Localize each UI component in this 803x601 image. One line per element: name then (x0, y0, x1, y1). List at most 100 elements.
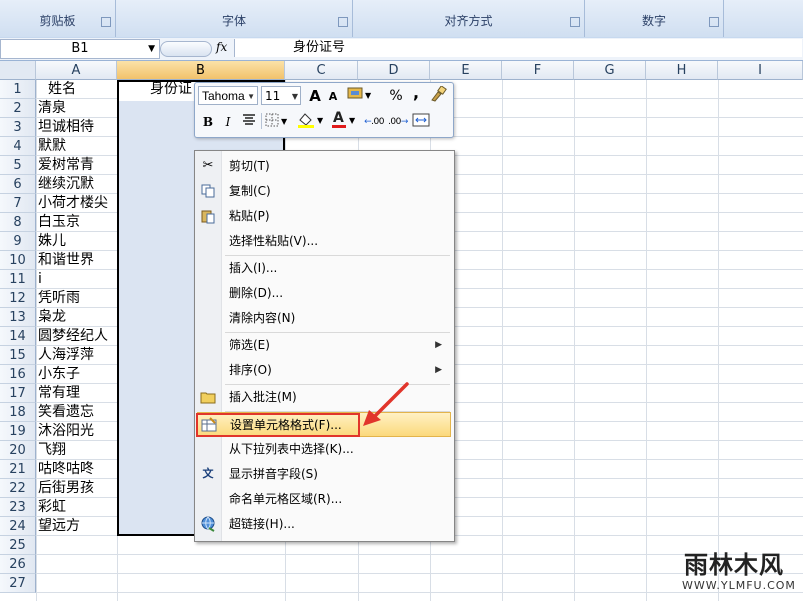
row-header[interactable]: 13 (0, 308, 36, 327)
menu-item-paste-special[interactable]: 选择性粘贴(V)... (195, 229, 452, 254)
dialog-launcher-icon[interactable] (101, 17, 111, 27)
row-header[interactable]: 14 (0, 327, 36, 346)
cell-a[interactable]: 圆梦经纪人 (38, 327, 108, 346)
font-color-icon[interactable]: A ▼ (331, 110, 357, 130)
menu-item-hyperlink[interactable]: 超链接(H)... (195, 512, 452, 537)
formula-input[interactable]: 身份证号 (234, 39, 802, 57)
insert-function-icon[interactable]: fx (216, 40, 227, 54)
dialog-launcher-icon[interactable] (338, 17, 348, 27)
row-header[interactable]: 3 (0, 118, 36, 137)
name-box[interactable]: B1 ▼ (0, 39, 160, 59)
format-painter-icon[interactable] (429, 85, 447, 104)
row-header[interactable]: 2 (0, 99, 36, 118)
menu-item-paste[interactable]: 粘贴(P) (195, 204, 452, 229)
cell-a1-header[interactable]: 姓名 (48, 80, 76, 99)
row-header[interactable]: 1 (0, 80, 36, 99)
cell-a[interactable]: 飞翔 (38, 441, 66, 460)
cell-a[interactable]: 望远方 (38, 517, 80, 536)
cell-a[interactable]: 姝儿 (38, 232, 66, 251)
borders-icon[interactable]: ▼ (265, 113, 291, 131)
decrease-decimal-icon[interactable]: .00→ (387, 113, 409, 131)
cell-a[interactable]: i (38, 270, 42, 289)
row-header[interactable]: 10 (0, 251, 36, 270)
menu-item-delete[interactable]: 删除(D)... (195, 281, 452, 306)
font-name-box[interactable]: Tahoma ▼ (198, 86, 258, 105)
menu-item-show-phonetic[interactable]: 文 显示拼音字段(S) (195, 462, 452, 487)
row-header[interactable]: 23 (0, 498, 36, 517)
column-header-g[interactable]: G (574, 61, 646, 80)
row-header[interactable]: 8 (0, 213, 36, 232)
row-header[interactable]: 9 (0, 232, 36, 251)
column-header-f[interactable]: F (502, 61, 574, 80)
bold-icon[interactable]: B (201, 113, 215, 131)
cell-a[interactable]: 凭听雨 (38, 289, 80, 308)
row-header[interactable]: 19 (0, 422, 36, 441)
menu-item-filter[interactable]: 筛选(E) ▶ (195, 333, 452, 358)
menu-item-pick-from-list[interactable]: 从下拉列表中选择(K)... (195, 437, 452, 462)
formula-bar-handle[interactable] (160, 41, 212, 57)
cell-a[interactable]: 白玉京 (38, 213, 80, 232)
grow-font-icon[interactable]: A (307, 87, 323, 105)
fill-color-icon[interactable]: ▼ (296, 111, 326, 129)
row-header[interactable]: 12 (0, 289, 36, 308)
row-header[interactable]: 21 (0, 460, 36, 479)
column-header-d[interactable]: D (358, 61, 430, 80)
chevron-down-icon[interactable]: ▼ (349, 112, 355, 130)
cell-a[interactable]: 清泉 (38, 99, 66, 118)
ribbon-group-number[interactable]: 数字 (585, 0, 724, 37)
menu-item-insert[interactable]: 插入(I)... (195, 256, 452, 281)
chevron-down-icon[interactable]: ▼ (148, 40, 155, 58)
align-center-icon[interactable] (241, 113, 257, 131)
cell-a[interactable]: 小荷才楼尖 (38, 194, 108, 213)
italic-icon[interactable]: I (221, 113, 235, 131)
cell-a[interactable]: 笑看遗忘 (38, 403, 94, 422)
row-header[interactable]: 26 (0, 555, 36, 574)
cell-a[interactable]: 彩虹 (38, 498, 66, 517)
cell-a[interactable]: 后街男孩 (38, 479, 94, 498)
menu-item-cut[interactable]: ✂ 剪切(T) (195, 154, 452, 179)
column-header-h[interactable]: H (646, 61, 718, 80)
select-all-corner[interactable] (0, 61, 36, 80)
row-header[interactable]: 17 (0, 384, 36, 403)
cell-a[interactable]: 默默 (38, 137, 66, 156)
cell-b1[interactable]: 身份证 (150, 80, 192, 99)
row-header[interactable]: 16 (0, 365, 36, 384)
menu-item-copy[interactable]: 复制(C) (195, 179, 452, 204)
cell-a[interactable]: 沐浴阳光 (38, 422, 94, 441)
cell-a[interactable]: 常有理 (38, 384, 80, 403)
row-header[interactable]: 7 (0, 194, 36, 213)
cell-a[interactable]: 小东子 (38, 365, 80, 384)
column-header-a[interactable]: A (36, 61, 117, 80)
row-header[interactable]: 6 (0, 175, 36, 194)
cell-a[interactable]: 坦诚相待 (38, 118, 94, 137)
menu-item-define-name[interactable]: 命名单元格区域(R)... (195, 487, 452, 512)
merge-center-icon[interactable] (411, 113, 431, 131)
cell-a[interactable]: 和谐世界 (38, 251, 94, 270)
row-header[interactable]: 20 (0, 441, 36, 460)
row-header[interactable]: 5 (0, 156, 36, 175)
cell-a[interactable]: 咕咚咕咚 (38, 460, 94, 479)
row-header[interactable]: 11 (0, 270, 36, 289)
cell-a[interactable]: 人海浮萍 (38, 346, 94, 365)
increase-decimal-icon[interactable]: ←.00 (363, 113, 385, 131)
comma-style-icon[interactable]: , (411, 84, 421, 102)
row-header[interactable]: 18 (0, 403, 36, 422)
row-header[interactable]: 27 (0, 574, 36, 593)
row-header[interactable]: 24 (0, 517, 36, 536)
dialog-launcher-icon[interactable] (709, 17, 719, 27)
dialog-launcher-icon[interactable] (570, 17, 580, 27)
ribbon-group-clipboard[interactable]: 剪贴板 (0, 0, 116, 37)
chevron-down-icon[interactable]: ▼ (292, 87, 298, 106)
menu-item-clear-contents[interactable]: 清除内容(N) (195, 306, 452, 331)
column-header-i[interactable]: I (718, 61, 803, 80)
cell-a[interactable]: 爱树常青 (38, 156, 94, 175)
shrink-font-icon[interactable]: A (326, 88, 340, 106)
column-header-e[interactable]: E (430, 61, 502, 80)
column-header-c[interactable]: C (285, 61, 358, 80)
ribbon-group-alignment[interactable]: 对齐方式 (353, 0, 585, 37)
percent-style-icon[interactable]: % (389, 87, 403, 105)
cell-a[interactable]: 继续沉默 (38, 175, 94, 194)
row-header[interactable]: 22 (0, 479, 36, 498)
row-header[interactable]: 15 (0, 346, 36, 365)
column-header-b[interactable]: B (117, 61, 285, 80)
